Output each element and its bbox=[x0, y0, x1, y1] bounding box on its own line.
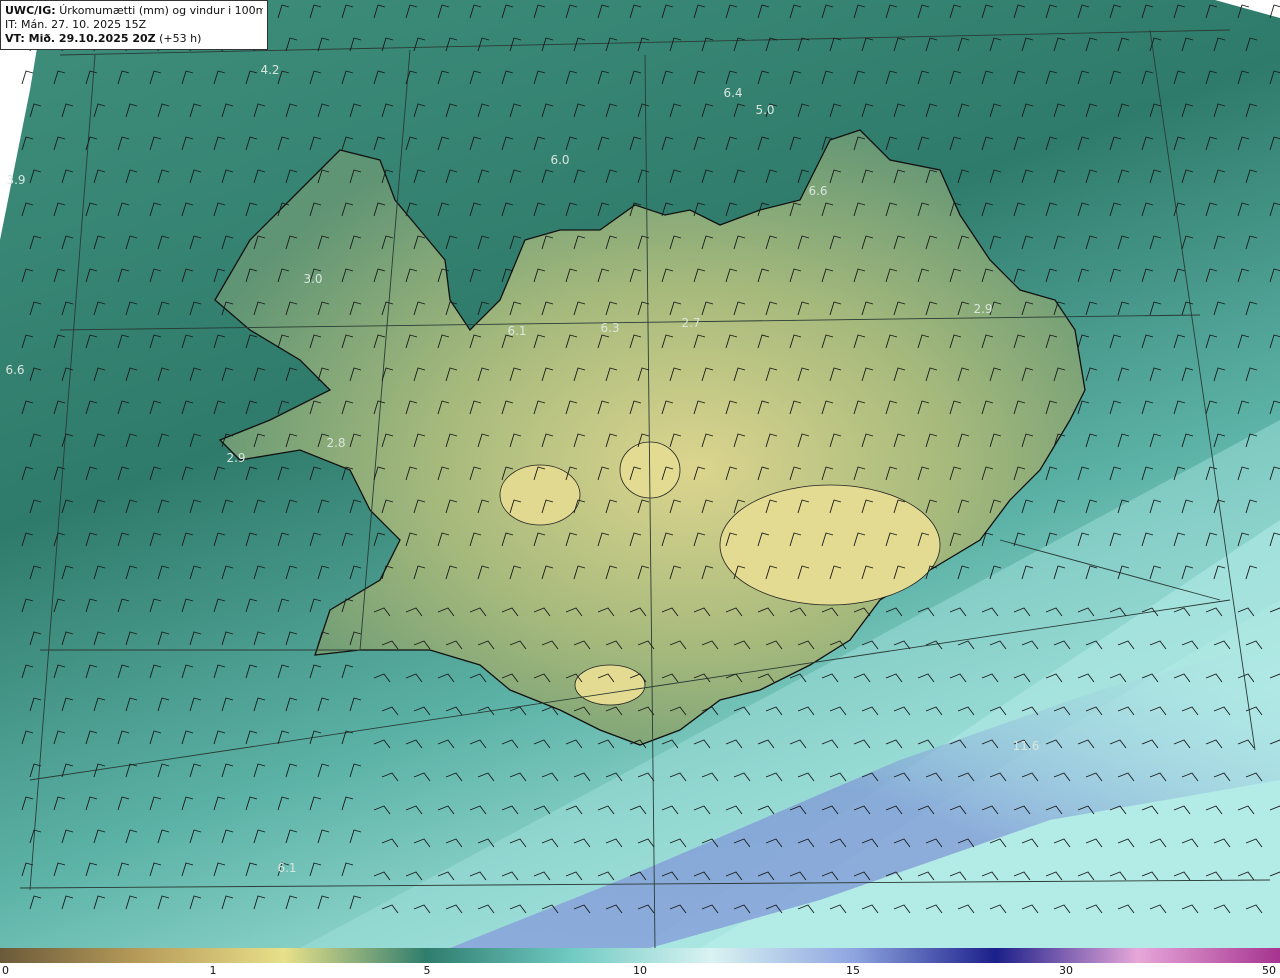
colorbar-tick: 10 bbox=[633, 964, 647, 977]
map-title: Úrkomumætti (mm) og vindur i 100m hæð bbox=[59, 4, 263, 17]
value-label: 2.7 bbox=[681, 316, 700, 330]
value-label: 6.1 bbox=[507, 324, 526, 338]
colorbar-tick: 5 bbox=[423, 964, 431, 977]
value-label: 4.2 bbox=[260, 63, 279, 77]
title-line: UWC/IG: Úrkomumætti (mm) og vindur i 100… bbox=[5, 4, 263, 18]
colorbar-tick: 1 bbox=[209, 964, 217, 977]
colorbar-tick: 15 bbox=[846, 964, 860, 977]
valid-time: VT: Mið. 29.10.2025 20Z bbox=[5, 32, 156, 45]
value-label: 2.8 bbox=[326, 436, 345, 450]
colorbar-tick: 30 bbox=[1059, 964, 1073, 977]
value-label: 6.6 bbox=[808, 184, 827, 198]
value-label: 6.3 bbox=[600, 321, 619, 335]
colorbar: 0 1 5 10 15 30 50 bbox=[0, 948, 1280, 978]
value-label: 3.9 bbox=[6, 173, 25, 187]
glacier-vatnajokull bbox=[719, 484, 941, 606]
colorbar-tick: 50 bbox=[1262, 964, 1276, 977]
value-label: 3.0 bbox=[303, 272, 322, 286]
lead-time: (+53 h) bbox=[159, 32, 202, 45]
precipitation-wind-map[interactable]: 4.2 3.9 6.4 5.0 6.0 6.6 3.0 6.1 6.3 2.7 2.9 6.6 2.8 2… bbox=[0, 0, 1280, 948]
colorbar-tick: 0 bbox=[2, 964, 9, 977]
map-header: UWC/IG: Úrkomumætti (mm) og vindur i 100… bbox=[0, 0, 268, 50]
value-label: 11.6 bbox=[1013, 739, 1040, 753]
value-label: 6.1 bbox=[277, 861, 296, 875]
value-label: 2.9 bbox=[973, 302, 992, 316]
valid-time-line: VT: Mið. 29.10.2025 20Z (+53 h) bbox=[5, 32, 263, 46]
value-label: 5.0 bbox=[755, 103, 774, 117]
value-label: 6.0 bbox=[550, 153, 569, 167]
value-label: 6.6 bbox=[5, 363, 24, 377]
value-label: 2.9 bbox=[226, 451, 245, 465]
model-label: UWC/IG: bbox=[5, 4, 56, 17]
issue-time: IT: Mán. 27. 10. 2025 15Z bbox=[5, 18, 147, 31]
glacier-myrdalsjokull bbox=[574, 664, 646, 706]
colorbar-gradient bbox=[0, 948, 1280, 963]
value-label: 6.4 bbox=[723, 86, 742, 100]
